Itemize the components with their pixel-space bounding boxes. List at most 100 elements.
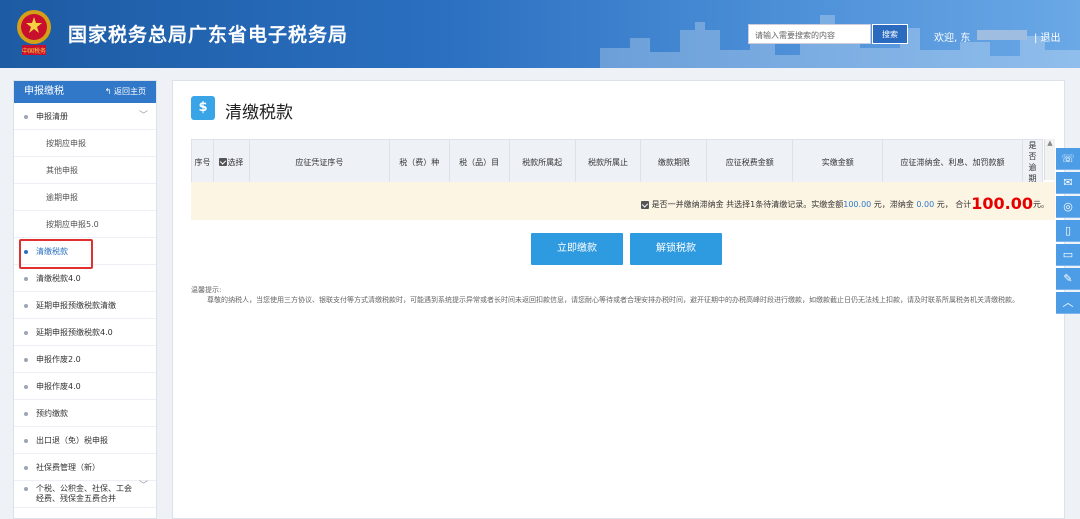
- column-header-label: 税（费）种: [399, 157, 440, 167]
- sidebar-item[interactable]: 延期申报预缴税款4.0: [14, 319, 156, 346]
- back-home-link[interactable]: ↰ 返回主页: [105, 81, 146, 103]
- sidebar-item[interactable]: 其他申报: [14, 157, 156, 184]
- sidebar-item[interactable]: 申报作废4.0: [14, 373, 156, 400]
- summary-late-text: 元，滞纳金: [871, 200, 917, 209]
- search-input[interactable]: 请输入需要搜索的内容: [748, 24, 871, 44]
- sidebar-item[interactable]: 申报清册 ﹀: [14, 103, 156, 130]
- late-fee-checkbox[interactable]: [641, 200, 650, 209]
- bullet-icon: [24, 303, 28, 308]
- column-header: 应征税费金额: [706, 139, 794, 185]
- bullet-icon: [24, 330, 28, 335]
- selection-highlight: [19, 239, 93, 269]
- summary-bar: 是否一并缴纳滞纳金 共选择1条待清缴记录。实缴金额100.00 元，滞纳金 0.…: [191, 182, 1055, 220]
- chevron-down-icon[interactable]: ﹀: [139, 103, 148, 130]
- weibo-icon[interactable]: ◎: [1056, 196, 1080, 218]
- edit-icon[interactable]: ✎: [1056, 268, 1080, 290]
- bullet-icon: [24, 411, 28, 416]
- sidebar-item-label: 申报清册: [36, 112, 68, 121]
- late-fee-checkbox-label: 是否一并缴纳滞纳金: [651, 200, 724, 209]
- bullet-icon: [24, 438, 28, 443]
- sidebar-item[interactable]: 按期应申报5.0: [14, 211, 156, 238]
- summary-unit-text: 元。: [1033, 200, 1049, 209]
- column-header: 缴款期限: [640, 139, 708, 185]
- sidebar-item[interactable]: 按期应申报: [14, 130, 156, 157]
- sidebar-item-label: 逾期申报: [46, 193, 78, 202]
- paid-amount: 100.00: [843, 200, 872, 209]
- sidebar-item-label: 按期应申报: [46, 139, 86, 148]
- sidebar-item-label: 个税、公积金、社保、工会经费、残保金五费合并: [36, 484, 132, 503]
- column-header-label: 税（品）目: [459, 157, 500, 167]
- top-icon[interactable]: ︿: [1056, 292, 1080, 314]
- bullet-icon: [24, 276, 28, 281]
- select-all-checkbox[interactable]: [219, 158, 228, 166]
- sidebar-item[interactable]: 逾期申报: [14, 184, 156, 211]
- sidebar-item[interactable]: 清缴税款4.0: [14, 265, 156, 292]
- chat-icon[interactable]: ☏: [1056, 148, 1080, 170]
- late-amount: 0.00: [916, 200, 935, 209]
- pay-now-button[interactable]: 立即缴款: [531, 233, 623, 265]
- column-header: 税款所属止: [574, 139, 642, 185]
- column-header: 税（费）种: [388, 139, 450, 185]
- column-header: 实缴金额: [792, 139, 884, 185]
- unlock-tax-button[interactable]: 解锁税款: [630, 233, 722, 265]
- column-header-label: 序号: [194, 157, 211, 167]
- mobile-icon[interactable]: ▯: [1056, 220, 1080, 242]
- search-button[interactable]: 搜索: [872, 24, 908, 44]
- svg-text:中国税务: 中国税务: [22, 47, 46, 55]
- column-header-label: 缴款期限: [657, 157, 690, 167]
- sidebar-header: 申报缴税 ↰ 返回主页: [14, 81, 156, 103]
- bullet-icon: [24, 486, 28, 491]
- column-header-label: 选择: [227, 157, 244, 167]
- table-header-row: 序号 选择 应征凭证序号 税（费）种 税（品）目 税款所属起 税款所属止 缴款期限 应征税费金额…: [191, 139, 1044, 185]
- sidebar-item-label: 申报作废2.0: [36, 355, 81, 364]
- sidebar-item-label: 申报作废4.0: [36, 382, 81, 391]
- column-header: 选择: [212, 139, 250, 185]
- sidebar-item-label: 其他申报: [46, 166, 78, 175]
- table-scrollbar[interactable]: ▲: [1044, 139, 1055, 180]
- page-title: 清缴税款: [225, 103, 293, 123]
- bullet-icon: [24, 384, 28, 389]
- column-header-label: 实缴金额: [821, 157, 854, 167]
- site-title: 国家税务总局广东省电子税务局: [68, 24, 349, 46]
- column-header: 应征滞纳金、利息、加罚款额: [882, 139, 1023, 185]
- sidebar-item[interactable]: 出口退（免）税申报: [14, 427, 156, 454]
- sidebar-item-label: 按期应申报5.0: [46, 220, 99, 229]
- money-bag-icon: $: [191, 96, 215, 120]
- sidebar-item-label: 延期申报预缴税款清缴: [36, 301, 116, 310]
- sidebar-section-title: 申报缴税: [24, 86, 64, 97]
- logout-link[interactable]: | 退出: [1034, 29, 1061, 44]
- column-header-label: 是否逾期: [1028, 141, 1037, 183]
- summary-selection-text: 共选择1条待清缴记录。实缴金额: [723, 200, 844, 209]
- summary-text: 是否一并缴纳滞纳金 共选择1条待清缴记录。实缴金额100.00 元，滞纳金 0.…: [641, 194, 1049, 213]
- username-redacted: [977, 30, 1027, 40]
- column-header-label: 税款所属止: [588, 157, 628, 167]
- site-header: 中国税务 国家税务总局广东省电子税务局 请输入需要搜索的内容 搜索 欢迎, 东 …: [0, 0, 1080, 68]
- national-emblem-icon: 中国税务: [17, 10, 51, 55]
- bullet-icon: [24, 465, 28, 470]
- main-panel: $ 清缴税款 序号 选择 应征凭证序号 税（费）种 税（品）目 税款所属起 税款所属止 缴款期…: [172, 80, 1065, 519]
- tips-body: 尊敬的纳税人，当您使用三方协议、银联支付等方式清缴税款时，可能遇到系统提示异常或…: [207, 296, 1019, 304]
- column-header-label: 应征滞纳金、利息、加罚款额: [900, 157, 1005, 167]
- sidebar-item[interactable]: 延期申报预缴税款清缴: [14, 292, 156, 319]
- chevron-down-icon[interactable]: ﹀: [139, 481, 148, 491]
- sidebar-item[interactable]: 预约缴款: [14, 400, 156, 427]
- sidebar-item-label: 出口退（免）税申报: [36, 436, 108, 445]
- column-header-label: 应征凭证序号: [295, 157, 344, 167]
- sidebar-item[interactable]: 申报作废2.0: [14, 346, 156, 373]
- bullet-icon: [24, 114, 28, 119]
- wechat-icon[interactable]: ✉: [1056, 172, 1080, 194]
- tablet-icon[interactable]: ▭: [1056, 244, 1080, 266]
- sidebar-item[interactable]: 个税、公积金、社保、工会经费、残保金五费合并 ﹀: [14, 481, 156, 508]
- column-header: 应征凭证序号: [248, 139, 390, 185]
- column-header: 税（品）目: [448, 139, 510, 185]
- scroll-up-icon[interactable]: ▲: [1045, 139, 1055, 147]
- sidebar-menu: 申报清册 ﹀ 按期应申报 其他申报 逾期申报 按期应申报5.0 清缴税款 清缴税款4.0 延期申…: [14, 103, 156, 508]
- bullet-icon: [24, 357, 28, 362]
- column-header: 序号: [191, 139, 214, 185]
- sidebar-item-label: 延期申报预缴税款4.0: [36, 328, 113, 337]
- tips-title: 温馨提示:: [191, 286, 222, 294]
- column-header: 是否逾期: [1021, 139, 1044, 185]
- summary-total-text: 元， 合计: [934, 200, 972, 209]
- sidebar-item[interactable]: 社保费管理（新）: [14, 454, 156, 481]
- welcome-text: 欢迎, 东: [934, 33, 971, 44]
